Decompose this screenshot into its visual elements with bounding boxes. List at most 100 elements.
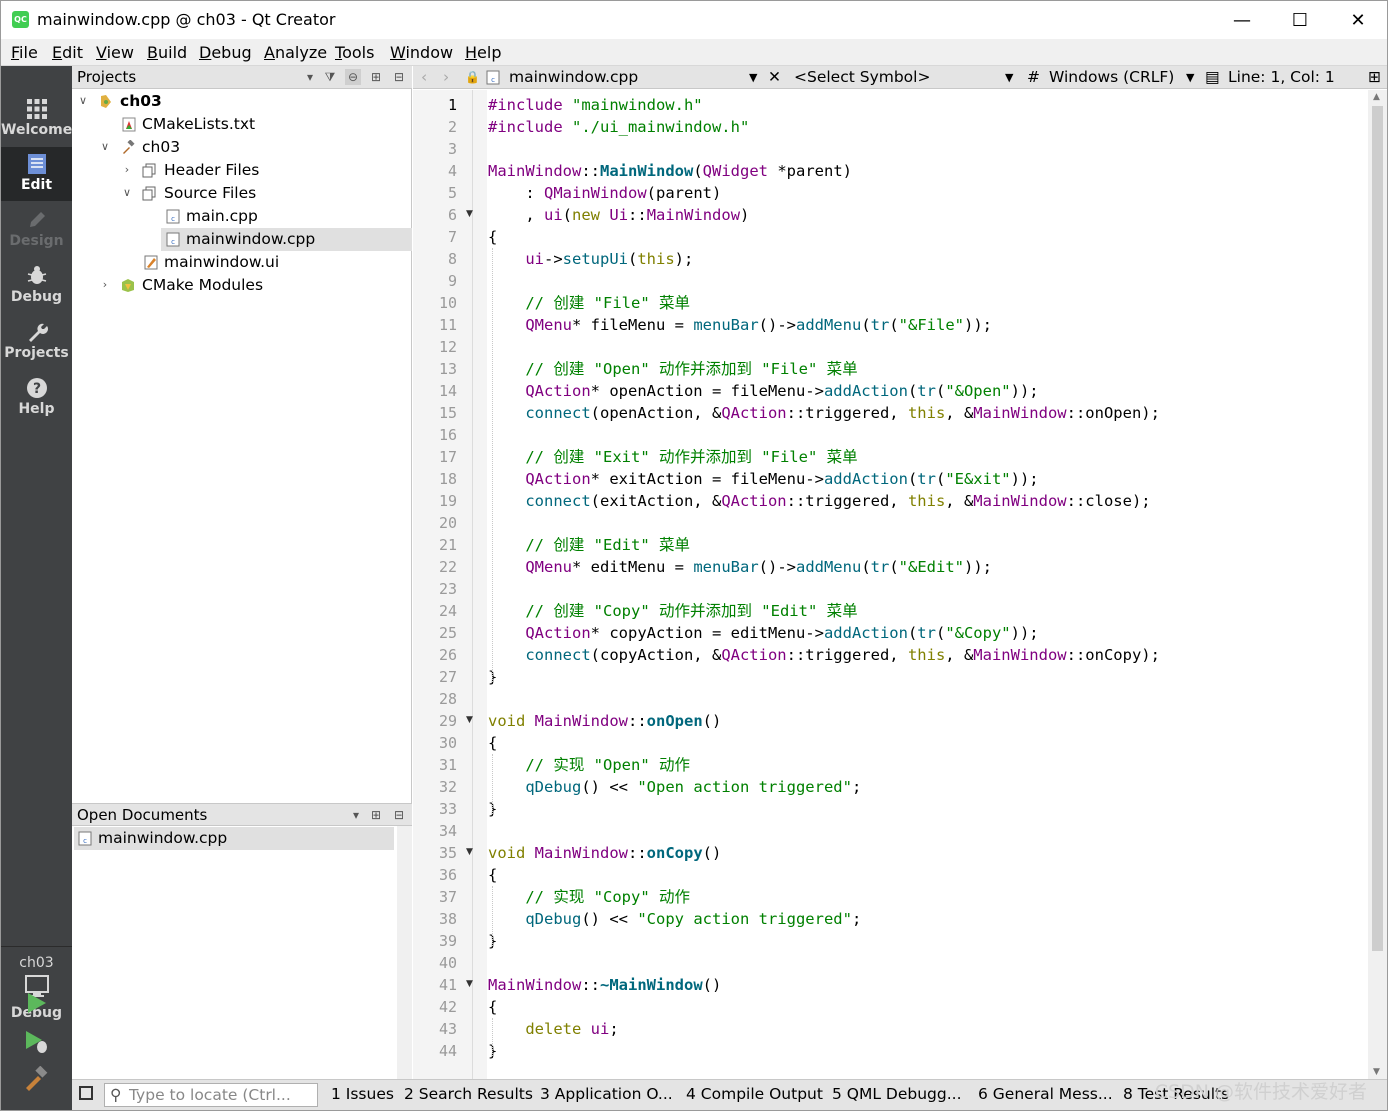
- tree-item-cmake-modules[interactable]: › CMake Modules: [72, 274, 412, 297]
- tree-item-header-files[interactable]: › Header Files: [72, 159, 412, 182]
- code-line[interactable]: // 创建 "Open" 动作并添加到 "File" 菜单: [488, 358, 857, 380]
- output-tab-compile-output[interactable]: 4 Compile Output: [686, 1085, 823, 1103]
- code-line[interactable]: qDebug() << "Open action triggered";: [488, 776, 861, 798]
- split-icon[interactable]: ⊞: [1368, 68, 1381, 86]
- build-hammer-icon[interactable]: [23, 1066, 49, 1092]
- menu-build[interactable]: Build: [147, 43, 187, 62]
- code-line[interactable]: // 实现 "Open" 动作: [488, 754, 690, 776]
- current-file-combo[interactable]: mainwindow.cpp: [509, 68, 638, 86]
- chevron-down-icon[interactable]: ∨: [77, 90, 89, 112]
- code-line[interactable]: // 创建 "Copy" 动作并添加到 "Edit" 菜单: [488, 600, 857, 622]
- code-line[interactable]: : QMainWindow(parent): [488, 182, 721, 204]
- menu-help[interactable]: Help: [465, 43, 501, 62]
- code-line[interactable]: #include "mainwindow.h": [488, 94, 703, 116]
- tree-item-main-cpp[interactable]: c main.cpp: [72, 205, 412, 228]
- code-line[interactable]: // 创建 "File" 菜单: [488, 292, 690, 314]
- toggle-sidebar-icon[interactable]: [79, 1086, 93, 1100]
- code-line[interactable]: // 创建 "Edit" 菜单: [488, 534, 690, 556]
- fold-margin[interactable]: [473, 90, 487, 1079]
- chevron-down-icon[interactable]: ∨: [121, 182, 133, 204]
- output-tab-search-results[interactable]: 2 Search Results: [404, 1085, 533, 1103]
- split-icon[interactable]: ⊞: [368, 807, 384, 823]
- close-button[interactable]: ✕: [1329, 1, 1387, 39]
- debug-run-icon[interactable]: [23, 1028, 49, 1054]
- tree-item-mainwindow-ui[interactable]: mainwindow.ui: [72, 251, 412, 274]
- mode-edit[interactable]: Edit: [1, 147, 72, 201]
- cursor-position[interactable]: Line: 1, Col: 1: [1228, 68, 1335, 86]
- menu-edit[interactable]: Edit: [52, 43, 83, 62]
- menu-file[interactable]: File: [11, 43, 38, 62]
- code-line[interactable]: QMenu* fileMenu = menuBar()->addMenu(tr(…: [488, 314, 992, 336]
- chevron-down-icon[interactable]: ∨: [99, 136, 111, 158]
- menu-analyze[interactable]: Analyze: [264, 43, 327, 62]
- code-line[interactable]: #include "./ui_mainwindow.h": [488, 116, 749, 138]
- menu-view[interactable]: View: [96, 43, 134, 62]
- dropdown-icon[interactable]: ▾: [348, 807, 364, 823]
- fold-arrow-icon[interactable]: ▼: [466, 979, 473, 989]
- code-line[interactable]: QMenu* editMenu = menuBar()->addMenu(tr(…: [488, 556, 992, 578]
- code-line[interactable]: ui->setupUi(this);: [488, 248, 693, 270]
- code-line[interactable]: , ui(new Ui::MainWindow): [488, 204, 749, 226]
- forward-arrow-icon[interactable]: ›: [443, 68, 449, 86]
- fold-arrow-icon[interactable]: ▼: [466, 209, 473, 219]
- run-icon[interactable]: [23, 990, 49, 1016]
- chevron-right-icon[interactable]: ›: [99, 274, 111, 296]
- tree-item-ch03-project[interactable]: ∨ ch03: [72, 90, 412, 113]
- mode-debug[interactable]: Debug: [1, 259, 72, 313]
- tree-item-cmakelists[interactable]: CMakeLists.txt: [72, 113, 412, 136]
- output-tab-issues[interactable]: 1 Issues: [331, 1085, 394, 1103]
- chevron-down-icon[interactable]: ▼: [1005, 71, 1013, 84]
- fold-arrow-icon[interactable]: ▼: [466, 847, 473, 857]
- menu-tools[interactable]: Tools: [335, 43, 374, 62]
- line-ending-combo[interactable]: Windows (CRLF): [1049, 68, 1174, 86]
- code-line[interactable]: MainWindow::MainWindow(QWidget *parent): [488, 160, 852, 182]
- dropdown-icon[interactable]: ▾: [302, 69, 318, 85]
- symbol-combo[interactable]: <Select Symbol>: [794, 68, 930, 86]
- tree-item-ch03-target[interactable]: ∨ ch03: [72, 136, 412, 159]
- tree-item-source-files[interactable]: ∨ Source Files: [72, 182, 412, 205]
- code-line[interactable]: connect(exitAction, &QAction::triggered,…: [488, 490, 1150, 512]
- mode-welcome[interactable]: Welcome: [1, 92, 72, 146]
- mode-design[interactable]: Design: [1, 203, 72, 257]
- code-line[interactable]: QAction* exitAction = fileMenu->addActio…: [488, 468, 1038, 490]
- menu-window[interactable]: Window: [390, 43, 453, 62]
- back-arrow-icon[interactable]: ‹: [421, 68, 427, 86]
- split-icon[interactable]: ⊞: [368, 69, 384, 85]
- code-line[interactable]: connect(copyAction, &QAction::triggered,…: [488, 644, 1160, 666]
- code-line[interactable]: qDebug() << "Copy action triggered";: [488, 908, 861, 930]
- code-line[interactable]: // 创建 "Exit" 动作并添加到 "File" 菜单: [488, 446, 857, 468]
- fold-arrow-icon[interactable]: ▼: [466, 715, 473, 725]
- code-line[interactable]: {: [488, 996, 497, 1018]
- minimize-button[interactable]: —: [1213, 1, 1271, 39]
- mode-help[interactable]: ? Help: [1, 371, 72, 425]
- menu-debug[interactable]: Debug: [199, 43, 252, 62]
- code-line[interactable]: void MainWindow::onCopy(): [488, 842, 721, 864]
- code-line[interactable]: QAction* copyAction = editMenu->addActio…: [488, 622, 1038, 644]
- scroll-up-icon[interactable]: ▲: [1373, 92, 1380, 102]
- close-document-icon[interactable]: ✕: [768, 68, 781, 86]
- editor-scrollbar[interactable]: ▲ ▼: [1368, 90, 1387, 1079]
- open-documents-scrollbar[interactable]: [397, 826, 412, 1079]
- code-line[interactable]: MainWindow::~MainWindow(): [488, 974, 721, 996]
- close-pane-icon[interactable]: ⊟: [391, 69, 407, 85]
- locator-input[interactable]: ⚲ Type to locate (Ctrl...: [104, 1083, 318, 1107]
- chevron-down-icon[interactable]: ▼: [749, 71, 757, 84]
- scroll-down-icon[interactable]: ▼: [1373, 1067, 1380, 1077]
- hash-icon[interactable]: #: [1027, 68, 1040, 86]
- chevron-right-icon[interactable]: ›: [121, 159, 133, 181]
- output-tab-application-output[interactable]: 3 Application O...: [540, 1085, 673, 1103]
- code-line[interactable]: {: [488, 732, 497, 754]
- chevron-down-icon[interactable]: ▼: [1186, 71, 1194, 84]
- code-line[interactable]: void MainWindow::onOpen(): [488, 710, 721, 732]
- code-line[interactable]: QAction* openAction = fileMenu->addActio…: [488, 380, 1038, 402]
- open-document-item[interactable]: c mainwindow.cpp: [74, 827, 394, 850]
- filter-icon[interactable]: ⧩: [322, 69, 338, 85]
- scrollbar-thumb[interactable]: [1372, 106, 1383, 951]
- output-tab-general-messages[interactable]: 6 General Mess...: [978, 1085, 1113, 1103]
- code-line[interactable]: delete ui;: [488, 1018, 618, 1040]
- maximize-button[interactable]: ☐: [1271, 1, 1329, 39]
- code-editor[interactable]: 1 2 3 4 5 6 ▼ 7 8 9 10 11 12 13 14 15 16 17 18 19 20 21 22 23 24…: [413, 90, 1387, 1079]
- code-line[interactable]: {: [488, 864, 497, 886]
- mode-projects[interactable]: Projects: [1, 315, 72, 369]
- close-pane-icon[interactable]: ⊟: [391, 807, 407, 823]
